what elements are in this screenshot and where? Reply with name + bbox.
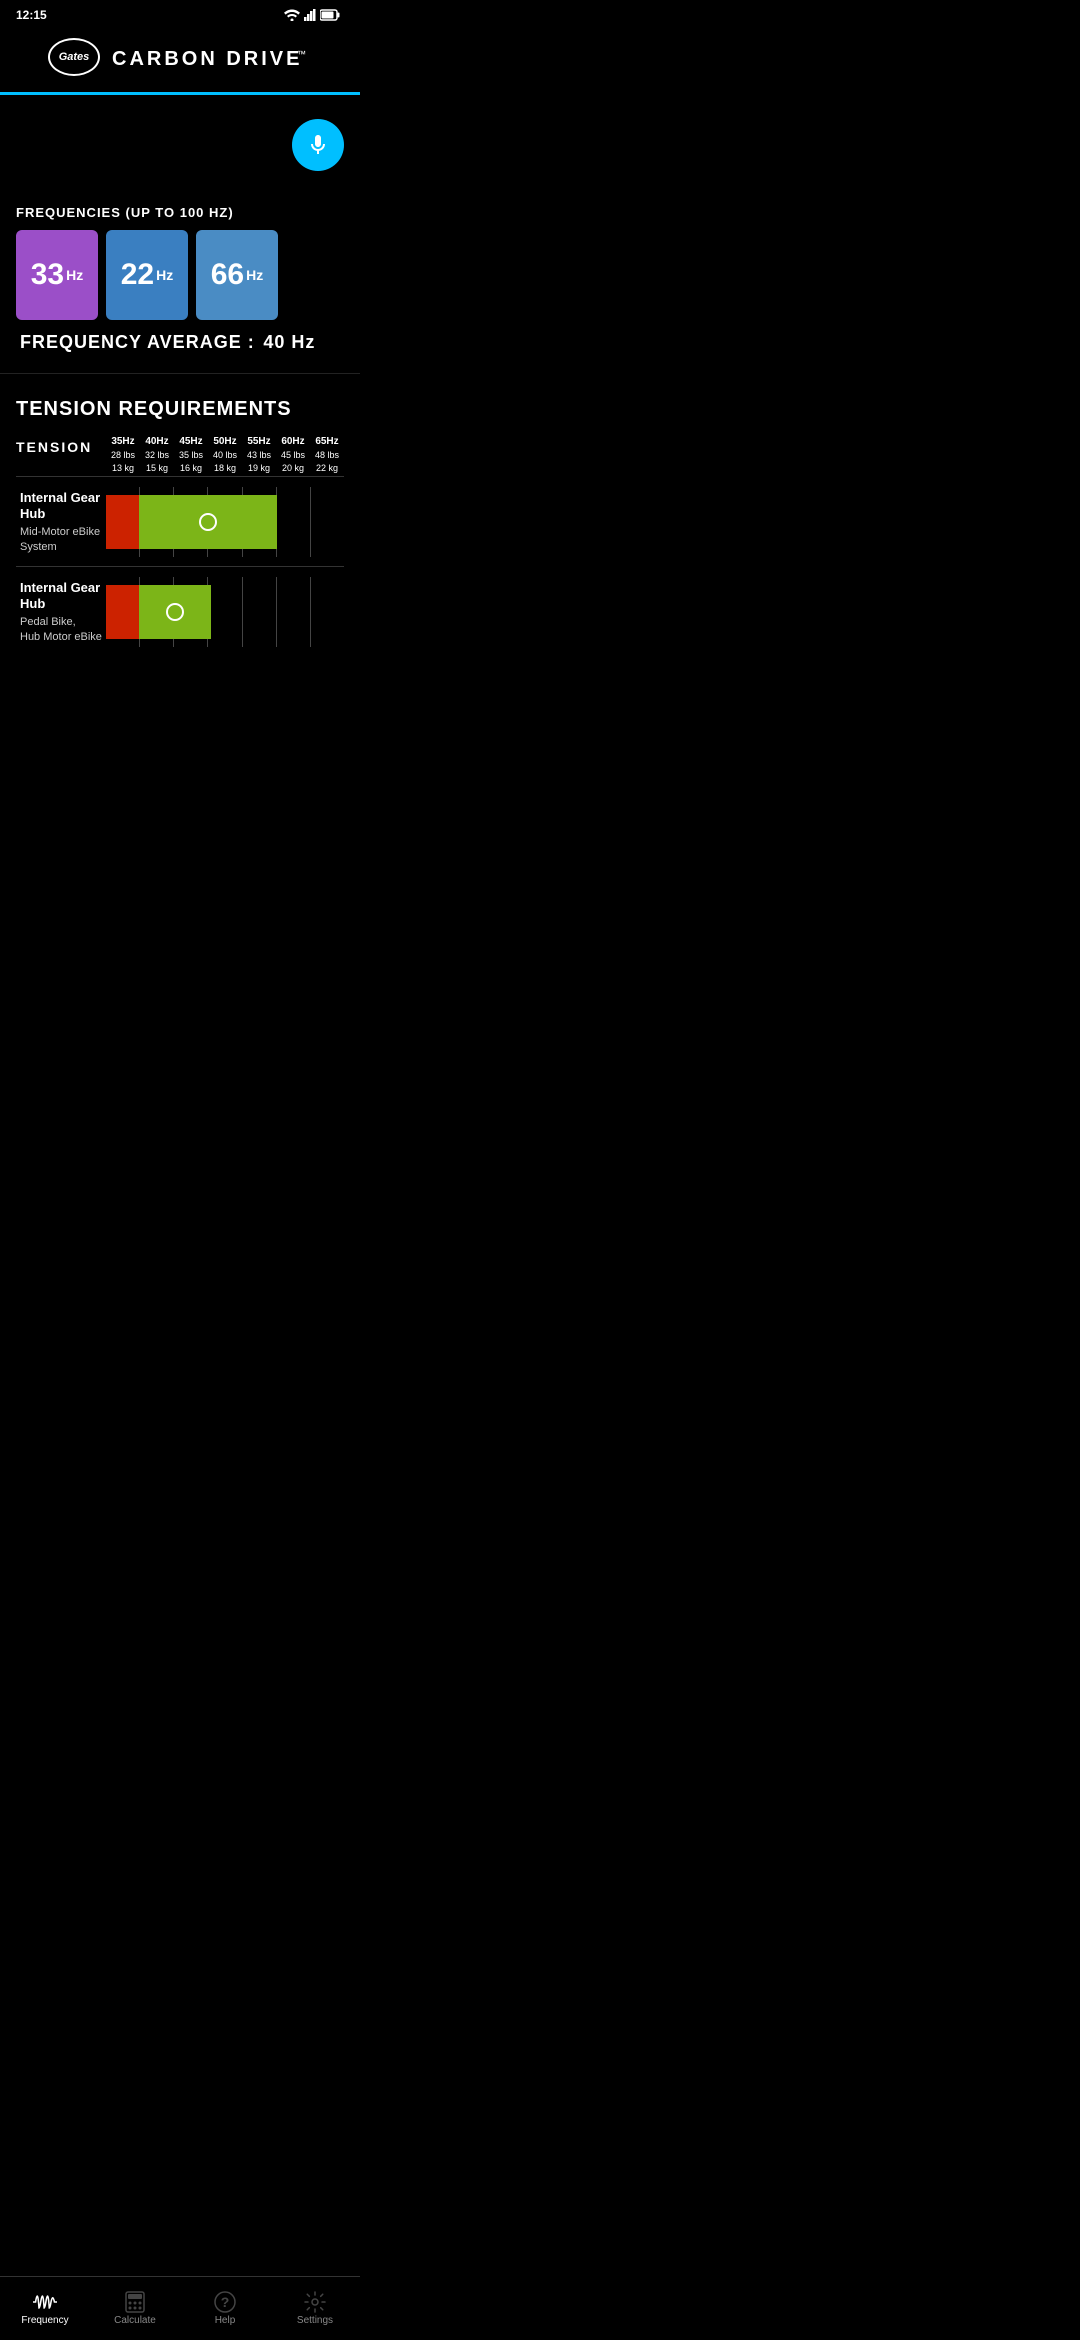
- wifi-icon: [284, 9, 300, 21]
- gear-sub-0: Mid-Motor eBike System: [20, 525, 102, 554]
- status-icons: [284, 9, 344, 21]
- indicator-dot-0: [199, 513, 217, 531]
- section-divider: [0, 373, 360, 374]
- tension-col-2: 45Hz 35 lbs 16 kg: [174, 433, 208, 476]
- tension-col-6: 65Hz 48 lbs 22 kg: [310, 433, 344, 476]
- tension-title: TENSION REQUIREMENTS: [16, 398, 344, 421]
- freq-box-0: 33 Hz: [16, 230, 98, 320]
- freq-box-2: 66 Hz: [196, 230, 278, 320]
- frequencies-label: FREQUENCIES (UP TO 100 HZ): [16, 205, 344, 220]
- logo-container: Gates CARBON DRIVE ™: [48, 38, 312, 76]
- tension-header-row: TENSION 35Hz 28 lbs 13 kg 40Hz 32 lbs 15…: [16, 433, 344, 476]
- settings-icon: [303, 2292, 327, 2312]
- waveform-icon: [33, 2292, 57, 2312]
- gear-row-0: Internal Gear Hub Mid-Motor eBike System: [16, 476, 344, 566]
- nav-frequency[interactable]: Frequency: [0, 2277, 90, 2340]
- nav-settings[interactable]: Settings: [270, 2277, 360, 2340]
- gear-name-1: Internal Gear Hub: [20, 580, 102, 614]
- status-bar: 12:15: [0, 0, 360, 26]
- nav-calculate-label: Calculate: [114, 2315, 156, 2326]
- svg-text:CARBON DRIVE: CARBON DRIVE: [112, 48, 302, 70]
- logo-oval: Gates: [48, 38, 100, 76]
- nav-calculate[interactable]: Calculate: [90, 2277, 180, 2340]
- nav-settings-label: Settings: [297, 2315, 333, 2326]
- gear-label-1: Internal Gear Hub Pedal Bike,Hub Motor e…: [16, 567, 106, 656]
- logo-svg: CARBON DRIVE ™: [112, 43, 312, 71]
- time: 12:15: [16, 8, 47, 22]
- freq-value-1: 22: [121, 258, 154, 292]
- gear-name-0: Internal Gear Hub: [20, 490, 102, 524]
- freq-boxes: 33 Hz 22 Hz 66 Hz: [16, 230, 344, 320]
- indicator-dot-1: [166, 603, 184, 621]
- mic-icon: [306, 133, 330, 157]
- frequencies-section: FREQUENCIES (UP TO 100 HZ) 33 Hz 22 Hz 6…: [0, 205, 360, 365]
- svg-text:™: ™: [297, 49, 306, 59]
- logo-oval-text: Gates: [59, 51, 90, 63]
- mic-button[interactable]: [292, 119, 344, 171]
- tension-col-3: 50Hz 40 lbs 18 kg: [208, 433, 242, 476]
- gear-sub-1: Pedal Bike,Hub Motor eBike: [20, 615, 102, 644]
- gear-chart-0: [106, 477, 344, 566]
- tension-cols: 35Hz 28 lbs 13 kg 40Hz 32 lbs 15 kg 45Hz…: [106, 433, 344, 476]
- tension-table: TENSION 35Hz 28 lbs 13 kg 40Hz 32 lbs 15…: [16, 433, 344, 656]
- freq-unit-1: Hz: [156, 267, 173, 283]
- tension-label: TENSION: [16, 433, 106, 461]
- freq-value-2: 66: [211, 258, 244, 292]
- gear-row-1: Internal Gear Hub Pedal Bike,Hub Motor e…: [16, 566, 344, 656]
- freq-box-1: 22 Hz: [106, 230, 188, 320]
- green-bar-1: [139, 585, 210, 639]
- nav-help-label: Help: [215, 2315, 236, 2326]
- tension-col-0: 35Hz 28 lbs 13 kg: [106, 433, 140, 476]
- bottom-nav: Frequency Calculate ? Help: [0, 2276, 360, 2340]
- tension-col-4: 55Hz 43 lbs 19 kg: [242, 433, 276, 476]
- freq-average: FREQUENCY AVERAGE : 40 Hz: [16, 332, 344, 353]
- tension-col-5: 60Hz 45 lbs 20 kg: [276, 433, 310, 476]
- mic-area: [0, 95, 360, 205]
- help-icon: ?: [213, 2292, 237, 2312]
- green-bar-0: [139, 495, 277, 549]
- signal-icon: [304, 9, 316, 21]
- nav-help[interactable]: ? Help: [180, 2277, 270, 2340]
- gear-chart-1: [106, 567, 344, 656]
- calculator-icon: [123, 2292, 147, 2312]
- tension-section: TENSION REQUIREMENTS TENSION 35Hz 28 lbs…: [0, 382, 360, 656]
- red-bar-1: [106, 585, 139, 639]
- svg-text:?: ?: [221, 2294, 230, 2310]
- gear-label-0: Internal Gear Hub Mid-Motor eBike System: [16, 477, 106, 566]
- freq-average-value: 40 Hz: [263, 332, 315, 352]
- header: Gates CARBON DRIVE ™: [0, 26, 360, 92]
- freq-unit-2: Hz: [246, 267, 263, 283]
- nav-frequency-label: Frequency: [21, 2315, 68, 2326]
- red-bar-0: [106, 495, 139, 549]
- tension-col-1: 40Hz 32 lbs 15 kg: [140, 433, 174, 476]
- battery-icon: [320, 9, 340, 21]
- freq-unit-0: Hz: [66, 267, 83, 283]
- freq-value-0: 33: [31, 258, 64, 292]
